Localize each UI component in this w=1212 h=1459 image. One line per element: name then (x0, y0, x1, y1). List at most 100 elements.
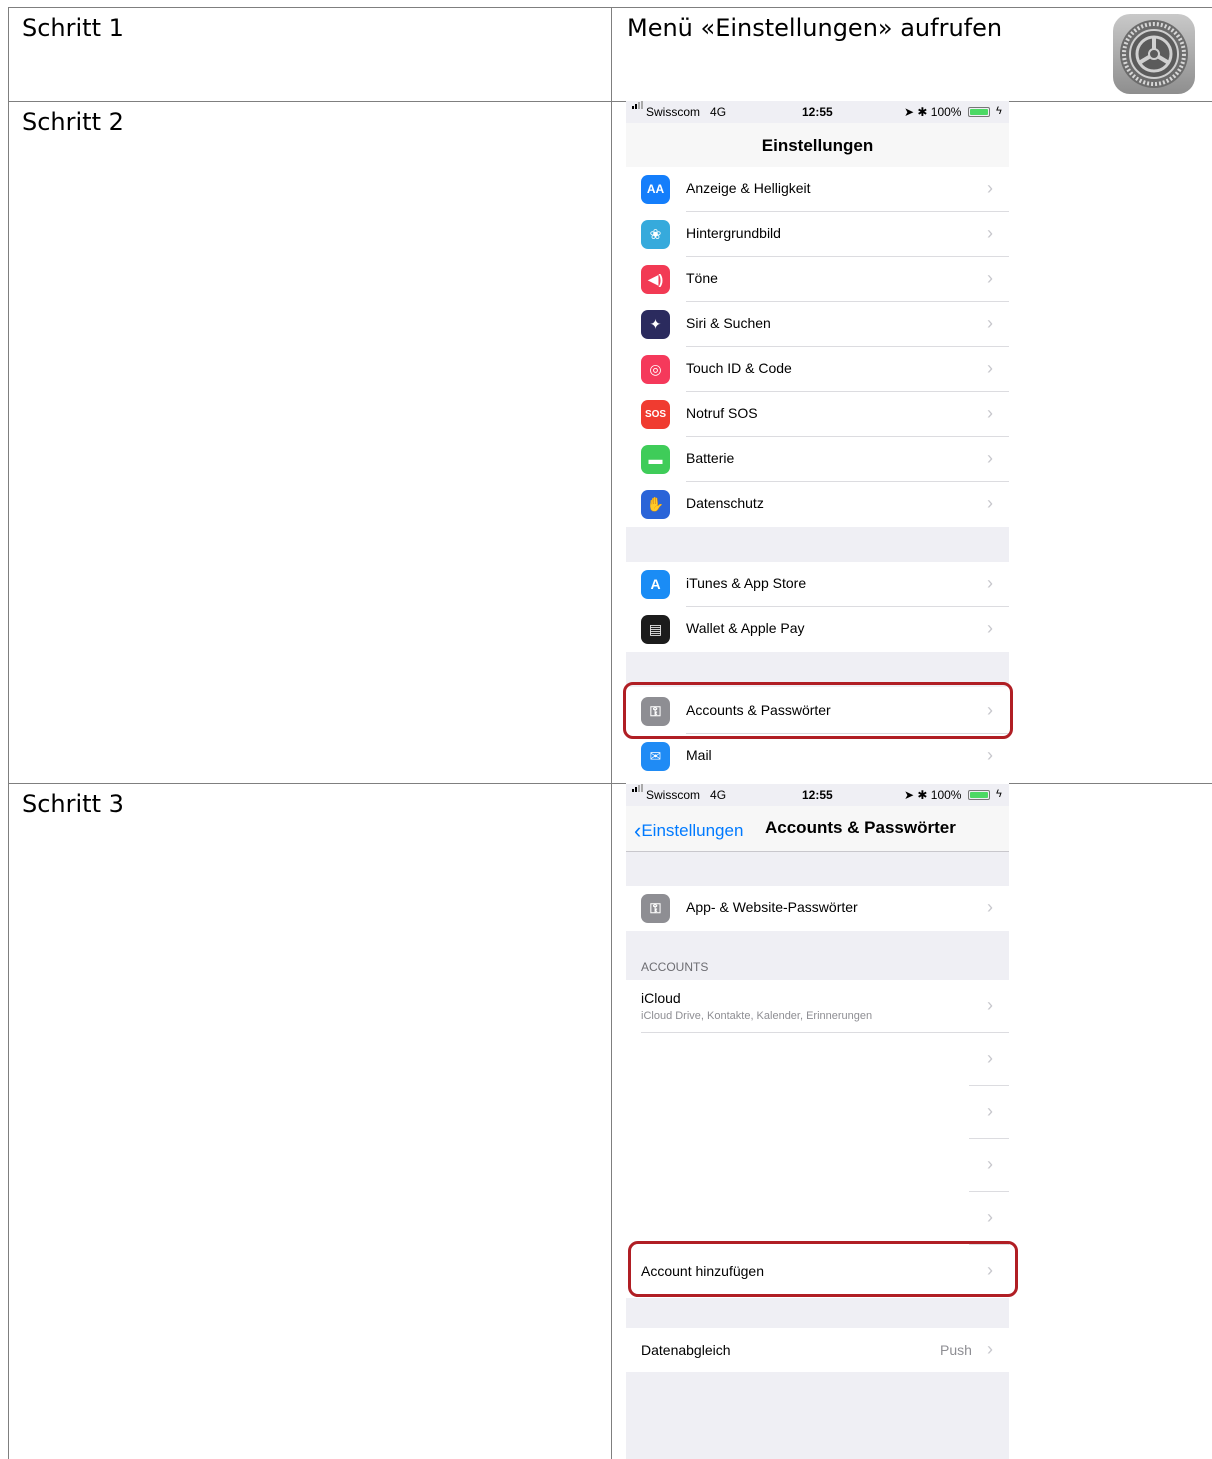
row-label: Notruf SOS (686, 405, 758, 421)
row-label: iTunes & App Store (686, 575, 807, 591)
highlight-accounts-passwords (623, 682, 1013, 739)
status-bar: Swisscom 4G 12:55 ➤ ✱ 100% ϟ (626, 784, 1009, 806)
display-brightness-icon: AA (641, 175, 670, 204)
section-header-accounts: ACCOUNTS (641, 960, 709, 974)
settings-screenshot: Swisscom 4G 12:55 ➤ ✱ 100% ϟ Einstellung… (626, 101, 1009, 783)
row-label: App- & Website-Passwörter (686, 899, 858, 915)
row-label: Hintergrundbild (686, 225, 781, 241)
charging-icon: ϟ (996, 788, 1002, 800)
sounds-icon: ◀) (641, 265, 670, 294)
settings-row-siri-suchen[interactable]: ✦ Siri & Suchen › (626, 302, 1009, 347)
account-row-redacted-3[interactable]: › (626, 1139, 1009, 1192)
table-border-left (8, 7, 9, 1459)
settings-row-hintergrundbild[interactable]: ❀ Hintergrundbild › (626, 212, 1009, 257)
highlight-add-account (628, 1241, 1018, 1297)
battery-icon: ▬ (641, 445, 670, 474)
table-column-divider (611, 7, 612, 1459)
back-button[interactable]: ‹Einstellungen (634, 818, 743, 844)
account-row-redacted-1[interactable]: › (626, 1033, 1009, 1086)
settings-row-datenschutz[interactable]: ✋ Datenschutz › (626, 482, 1009, 527)
settings-row-batterie[interactable]: ▬ Batterie › (626, 437, 1009, 482)
chevron-right-icon: › (987, 223, 993, 243)
settings-group-2: AiTunes & App Store › ▤ Wallet & Apple Pay › (626, 562, 1009, 652)
nav-bar: ‹Einstellungen Accounts & Passwörter (626, 806, 1009, 852)
carrier: Swisscom 4G (646, 105, 727, 119)
step-1-label: Schritt 1 (22, 14, 124, 42)
fetch-new-data-row[interactable]: Datenabgleich Push › (626, 1328, 1009, 1372)
chevron-right-icon: › (987, 268, 993, 288)
page-title: Accounts & Passwörter (765, 818, 956, 837)
page-title: Einstellungen (761, 136, 874, 155)
table-row-divider-1 (8, 101, 1212, 102)
siri-icon: ✦ (641, 310, 670, 339)
chevron-right-icon: › (987, 1048, 993, 1068)
chevron-right-icon: › (987, 1154, 993, 1174)
icloud-detail: iCloud Drive, Kontakte, Kalender, Erinne… (641, 1010, 873, 1022)
clock: 12:55 (802, 105, 833, 119)
accounts-screenshot: Swisscom 4G 12:55 ➤ ✱ 100% ϟ ‹Einstellun… (626, 784, 1009, 1459)
battery-percent: ➤ ✱ 100% (904, 105, 962, 119)
chevron-right-icon: › (987, 178, 993, 198)
settings-gear-icon (1113, 14, 1195, 94)
chevron-right-icon: › (987, 1101, 993, 1121)
fingerprint-icon: ◎ (641, 355, 670, 384)
battery-icon (968, 107, 990, 117)
chevron-right-icon: › (987, 1207, 993, 1227)
chevron-right-icon: › (987, 493, 993, 513)
settings-row-anzeige-helligkeit[interactable]: AA Anzeige & Helligkeit › (626, 167, 1009, 212)
settings-group-1: AA Anzeige & Helligkeit › ❀ Hintergrundbild ›… (626, 167, 1009, 527)
battery-icon (968, 790, 990, 800)
status-bar: Swisscom 4G 12:55 ➤ ✱ 100% ϟ (626, 101, 1009, 123)
settings-row-touch-id-code[interactable]: ◎ Touch ID & Code › (626, 347, 1009, 392)
carrier: Swisscom 4G (646, 788, 727, 802)
step-1-instruction: Menü «Einstellungen» aufrufen (627, 14, 1003, 42)
row-label: Anzeige & Helligkeit (686, 180, 811, 196)
row-label: Batterie (686, 450, 735, 466)
passwords-group: ⚿ App- & Website-Passwörter › (626, 886, 1009, 931)
chevron-right-icon: › (987, 1339, 993, 1359)
row-label: Mail (686, 747, 712, 763)
settings-row-notruf-sos[interactable]: SOS Notruf SOS › (626, 392, 1009, 437)
row-label: Töne (686, 270, 718, 286)
chevron-right-icon: › (987, 897, 993, 917)
chevron-right-icon: › (987, 745, 993, 765)
settings-row-töne[interactable]: ◀) Töne › (626, 257, 1009, 302)
row-label: Siri & Suchen (686, 315, 771, 331)
wallet-icon: ▤ (641, 615, 670, 644)
step-2-label: Schritt 2 (22, 108, 124, 136)
charging-icon: ϟ (996, 105, 1002, 117)
key-icon: ⚿ (641, 894, 670, 923)
fetch-value: Push (940, 1342, 972, 1358)
battery-percent: ➤ ✱ 100% (904, 788, 962, 802)
fetch-label: Datenabgleich (641, 1342, 731, 1358)
clock: 12:55 (802, 788, 833, 802)
settings-row-mail[interactable]: ✉ Mail › (626, 734, 1009, 779)
app-store-icon: A (641, 570, 670, 599)
account-row-redacted-4[interactable]: › (626, 1192, 1009, 1245)
table-row-divider-2-right (1009, 783, 1212, 784)
fetch-group: Datenabgleich Push › (626, 1328, 1009, 1372)
chevron-right-icon: › (987, 618, 993, 638)
sos-icon: SOS (641, 400, 670, 429)
chevron-right-icon: › (987, 358, 993, 378)
row-label: Touch ID & Code (686, 360, 792, 376)
row-label: Datenschutz (686, 495, 764, 511)
wallpaper-icon: ❀ (641, 220, 670, 249)
table-border-top (8, 7, 1212, 8)
app-website-passwords-row[interactable]: ⚿ App- & Website-Passwörter › (626, 886, 1009, 931)
chevron-right-icon: › (987, 995, 993, 1015)
icloud-label: iCloud (641, 990, 681, 1006)
chevron-right-icon: › (987, 573, 993, 593)
settings-row-itunes-app-store[interactable]: AiTunes & App Store › (626, 562, 1009, 607)
settings-row-wallet-apple-pay[interactable]: ▤ Wallet & Apple Pay › (626, 607, 1009, 652)
nav-bar: Einstellungen (626, 123, 1009, 169)
icloud-row[interactable]: iCloud iCloud Drive, Kontakte, Kalender,… (626, 980, 1009, 1033)
chevron-right-icon: › (987, 403, 993, 423)
table-row-divider-2 (8, 783, 626, 784)
step-3-label: Schritt 3 (22, 790, 124, 818)
account-row-redacted-2[interactable]: › (626, 1086, 1009, 1139)
chevron-right-icon: › (987, 313, 993, 333)
chevron-right-icon: › (987, 448, 993, 468)
privacy-hand-icon: ✋ (641, 490, 670, 519)
row-label: Wallet & Apple Pay (686, 620, 805, 636)
